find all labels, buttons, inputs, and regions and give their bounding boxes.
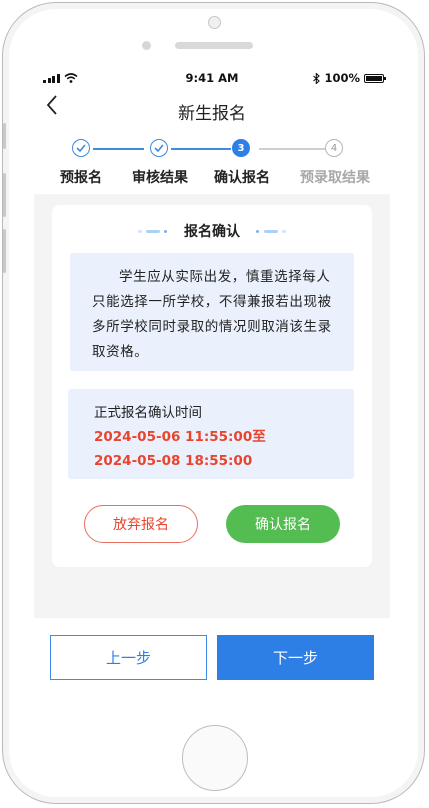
battery-icon [364, 73, 386, 83]
bluetooth-icon [313, 72, 321, 84]
confirm-time-end: 2024-05-08 18:55:00 [94, 453, 253, 469]
step-label-pre-admission: 预录取结果 [300, 170, 370, 186]
abandon-registration-button[interactable]: 放弃报名 [84, 505, 198, 543]
step-label-review-result: 审核结果 [132, 170, 188, 186]
confirm-registration-button[interactable]: 确认报名 [226, 505, 340, 543]
volume-down-button [3, 229, 6, 273]
status-bar: 9:41 AM 100% [34, 68, 390, 88]
step-number-current: 3 [232, 139, 250, 157]
confirm-time-start: 2024-05-06 11:55:00至 [94, 429, 266, 445]
confirm-card: 报名确认 学生应从实际出发，慎重选择每人只能选择一所学校，不得兼报若出现被多所学… [52, 205, 372, 567]
earpiece-speaker [175, 42, 253, 49]
previous-step-button[interactable]: 上一步 [50, 635, 207, 680]
volume-up-button [3, 173, 6, 217]
check-icon [72, 139, 90, 157]
page-title: 新生报名 [178, 104, 246, 124]
card-title: 报名确认 [184, 224, 240, 240]
next-step-button[interactable]: 下一步 [217, 635, 374, 680]
title-decoration-right [256, 230, 296, 233]
step-connector [93, 148, 144, 150]
step-number-pending: 4 [325, 139, 343, 157]
battery-percent: 100% [324, 71, 360, 85]
progress-steps: 3 4 预报名 审核结果 确认报名 预录取结果 [34, 130, 390, 194]
confirm-time-box: 正式报名确认时间 2024-05-06 11:55:00至 2024-05-08… [68, 389, 354, 479]
step-connector [259, 148, 325, 150]
check-icon [150, 139, 168, 157]
home-button[interactable] [182, 725, 248, 791]
front-camera [142, 41, 151, 50]
mute-switch [3, 123, 6, 149]
notice-box: 学生应从实际出发，慎重选择每人只能选择一所学校，不得兼报若出现被多所学校同时录取… [70, 253, 354, 371]
navigation-bar: 新生报名 [34, 88, 390, 130]
bottom-bar: 上一步 下一步 [34, 618, 390, 700]
app-screen: 9:41 AM 100% 新生报名 3 4 预报名 审核结果 确认报名 预录取结… [34, 68, 390, 700]
step-label-pre-register: 预报名 [60, 170, 102, 186]
step-connector [171, 148, 231, 150]
confirm-time-label: 正式报名确认时间 [94, 405, 202, 421]
step-label-confirm-register: 确认报名 [214, 170, 270, 186]
notice-text: 学生应从实际出发，慎重选择每人只能选择一所学校，不得兼报若出现被多所学校同时录取… [92, 269, 332, 360]
front-sensor [208, 16, 221, 29]
